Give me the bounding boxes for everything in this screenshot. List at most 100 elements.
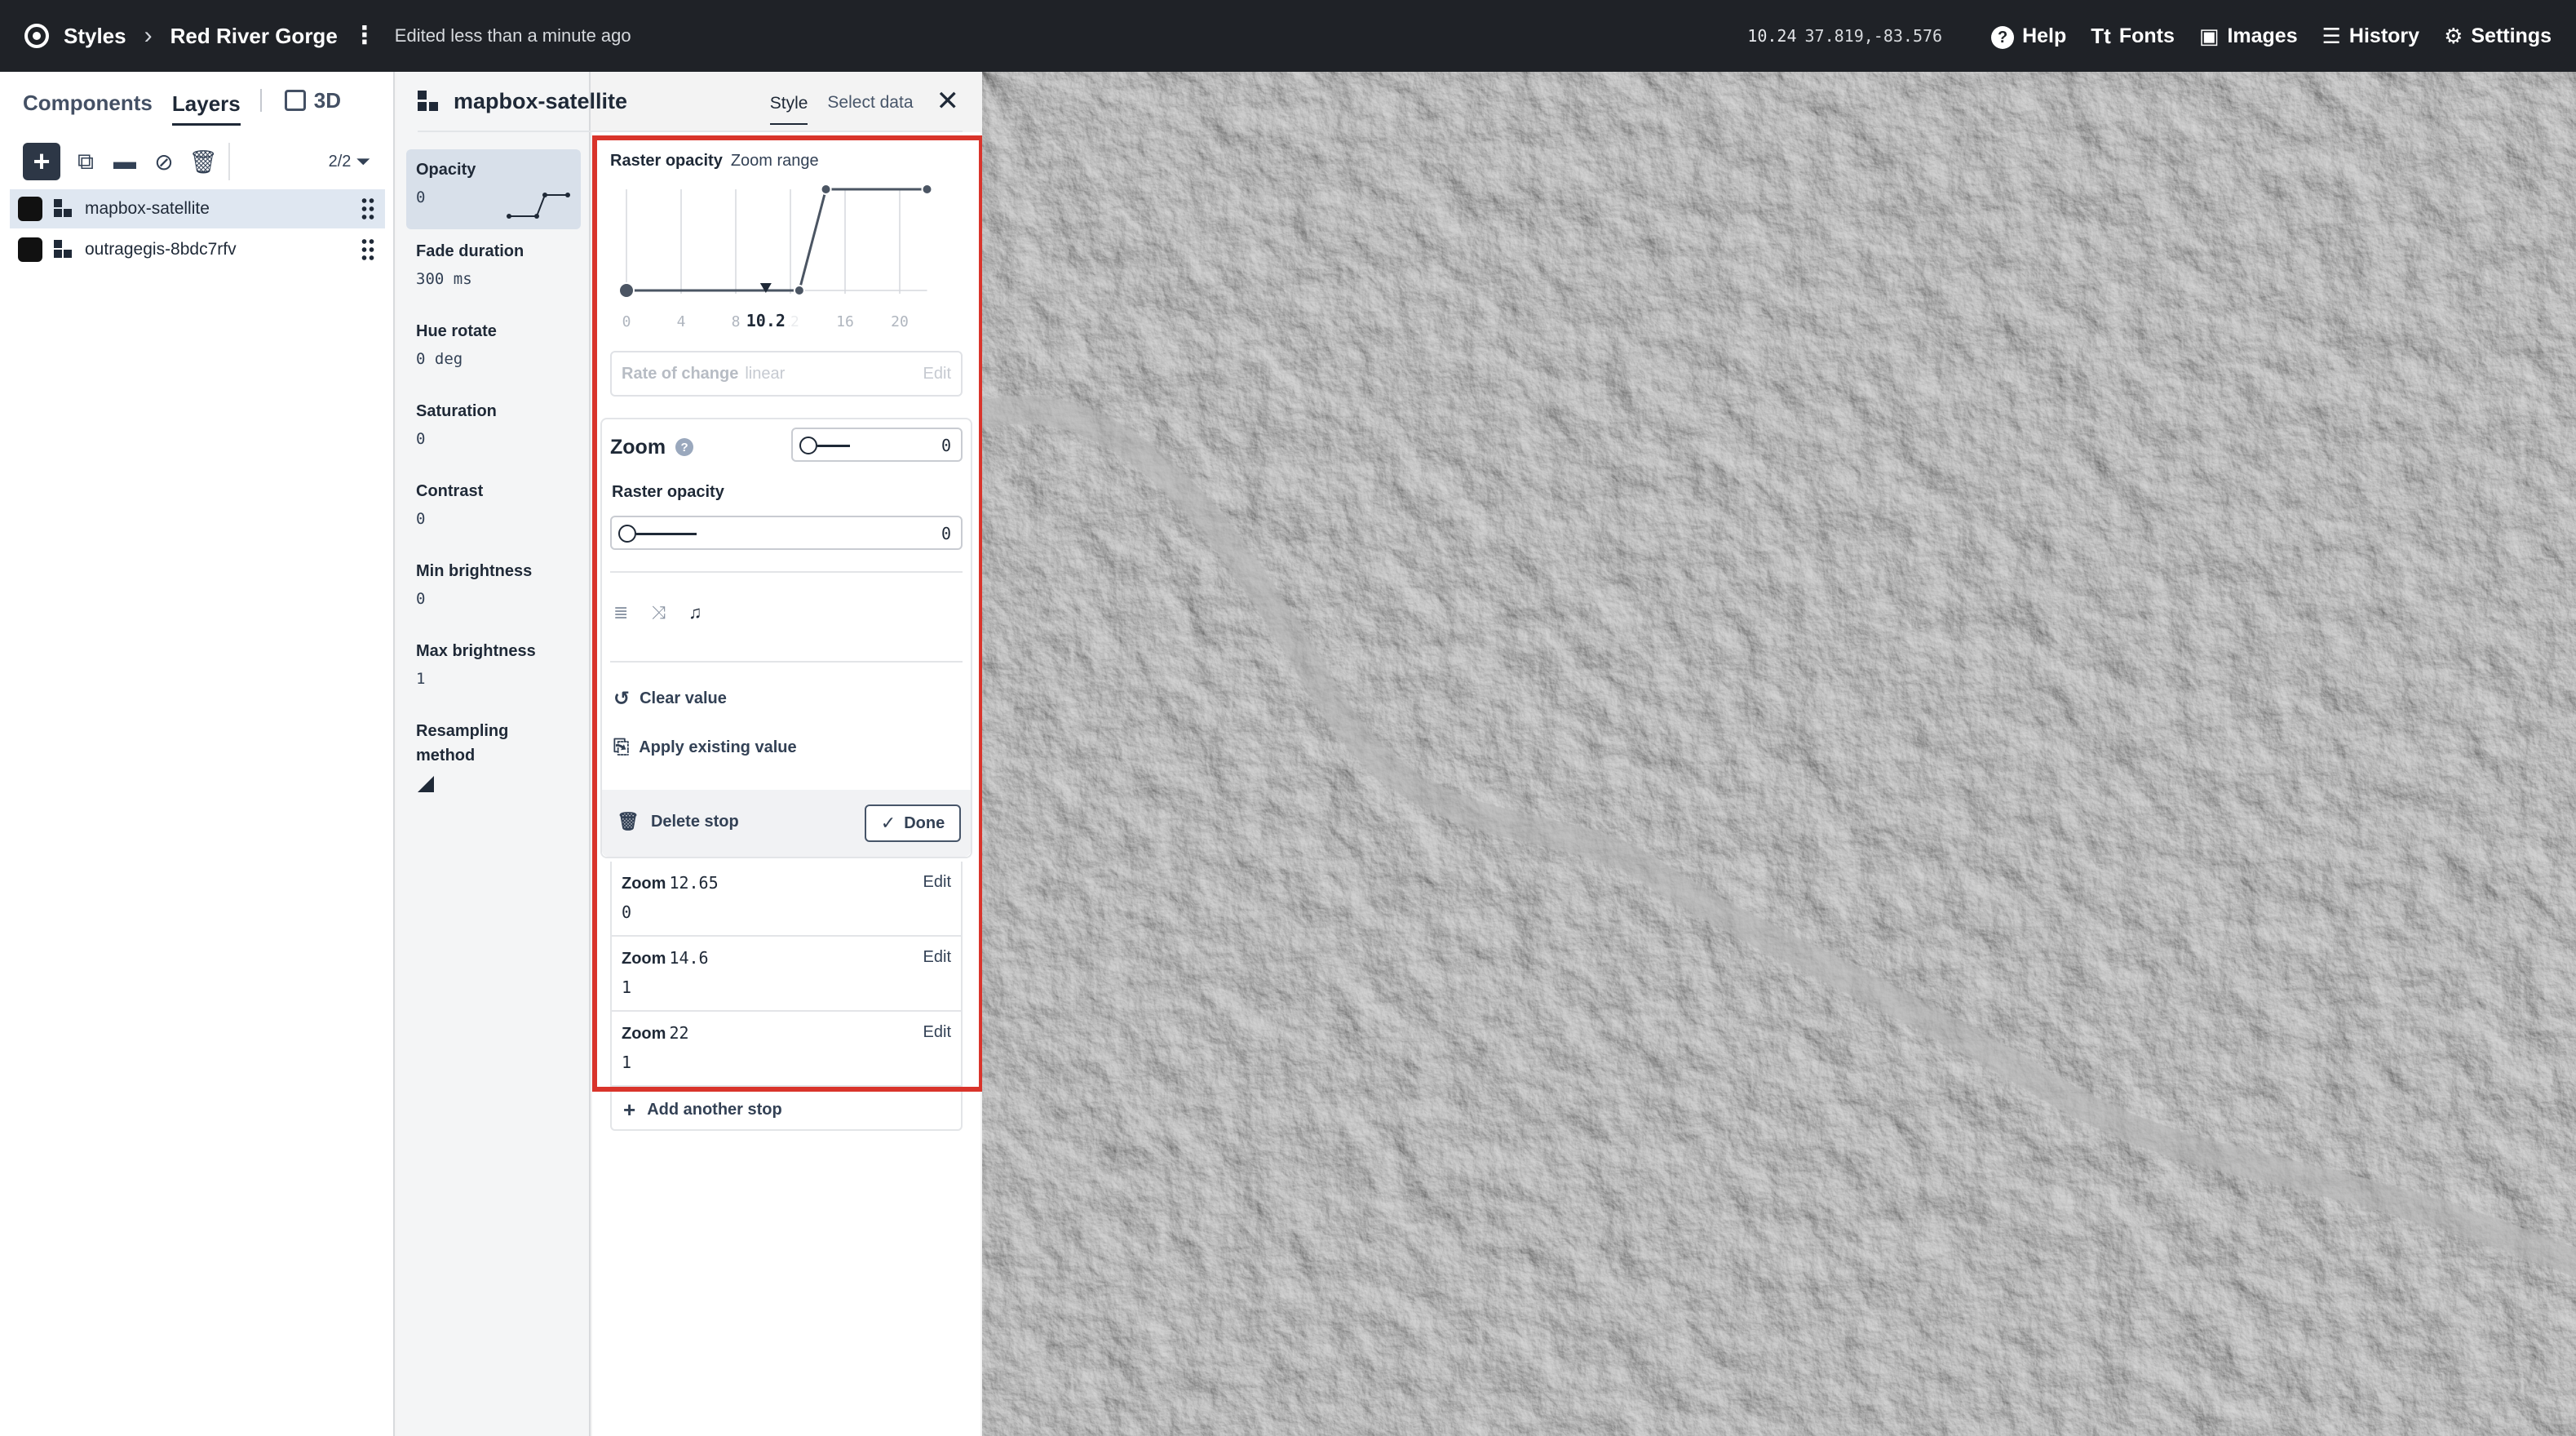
undo-icon: ↺ — [613, 688, 631, 710]
stop-zoom-label: Zoom — [622, 875, 666, 893]
help-icon[interactable]: ? — [675, 438, 694, 456]
trash-icon[interactable]: 🗑 — [188, 148, 218, 175]
folder-icon[interactable]: ▬ — [111, 148, 139, 175]
property-label: Min brightness — [416, 562, 533, 580]
stop-point[interactable] — [921, 184, 933, 195]
layer-row[interactable]: outragegis-8bdc7rfv — [10, 230, 385, 269]
apply-icon: ⎘ — [613, 736, 630, 758]
duplicate-icon[interactable]: ⧉ — [72, 148, 100, 175]
tab-style[interactable]: Style — [769, 91, 808, 125]
property-max-brightness[interactable]: Max brightness 1 — [406, 631, 581, 696]
layers-panel: Components Layers 3D + ⧉ ▬ ⊘ 🗑 2/2 ⏷ map… — [0, 72, 395, 1436]
stop-point[interactable] — [793, 285, 805, 296]
hillshade-terrain — [982, 72, 2576, 1436]
stop-zoom-value: 14.6 — [669, 948, 709, 968]
close-icon[interactable]: ✕ — [936, 85, 960, 117]
trash-icon: 🗑 — [617, 811, 640, 831]
stop-point[interactable] — [820, 184, 832, 195]
stop-zoom-value: 22 — [669, 1023, 689, 1043]
stop-zoom-value: 12.65 — [669, 873, 719, 893]
clear-value-label: Clear value — [640, 689, 727, 707]
layer-count[interactable]: 2/2 ⏷ — [329, 151, 370, 172]
zoom-stops-chart[interactable]: 0 4 8 12 16 2010.2 — [604, 176, 971, 339]
property-saturation[interactable]: Saturation 0 — [406, 391, 581, 456]
zoom-label: Zoom — [610, 435, 666, 459]
stop-point[interactable] — [618, 282, 635, 299]
raster-opacity-slider-knob[interactable] — [618, 525, 636, 543]
help-button[interactable]: ? Help — [1991, 23, 2066, 50]
property-contrast[interactable]: Contrast 0 — [406, 471, 581, 536]
toolbar-divider — [228, 143, 230, 180]
stop-edit-link[interactable]: Edit — [923, 1023, 951, 1042]
zoom-slider-input[interactable]: 0 — [791, 428, 963, 462]
card-divider — [610, 571, 963, 573]
gear-icon: ⚙ — [2444, 23, 2463, 48]
drag-handle-icon[interactable] — [361, 237, 375, 262]
axis-tick-label: 16 — [836, 313, 854, 330]
project-menu-icon[interactable]: ⋮ — [352, 24, 377, 48]
zoom-slider-knob[interactable] — [799, 437, 817, 454]
interpolate-icon[interactable]: ♫ — [688, 602, 702, 623]
hide-icon[interactable]: ⊘ — [150, 148, 178, 175]
editor-mode-label: Zoom range — [730, 152, 819, 170]
left-tabs: Components Layers 3D — [0, 72, 393, 129]
layer-toolbar: + ⧉ ▬ ⊘ 🗑 2/2 ⏷ — [23, 137, 370, 186]
raster-opacity-value[interactable]: 0 — [941, 524, 951, 543]
settings-button[interactable]: ⚙ Settings — [2444, 24, 2552, 49]
delete-stop-button[interactable]: 🗑 Delete stop — [617, 811, 739, 832]
current-zoom-label: 10.2 — [746, 311, 786, 330]
breadcrumb-project[interactable]: Red River Gorge — [170, 24, 338, 49]
stop-row[interactable]: Zoom 14.6 Edit 1 — [610, 937, 963, 1012]
property-hue-rotate[interactable]: Hue rotate 0 deg — [406, 311, 581, 376]
layer-count-label: 2/2 — [328, 152, 352, 171]
fonts-button[interactable]: Tt Fonts — [2091, 24, 2175, 49]
layer-color-swatch[interactable] — [18, 237, 42, 262]
map-canvas[interactable] — [982, 72, 2576, 1436]
add-layer-button[interactable]: + — [23, 143, 60, 180]
history-button[interactable]: ☰ History — [2322, 24, 2419, 49]
layer-name: outragegis-8bdc7rfv — [85, 240, 237, 259]
tab-select-data[interactable]: Select data — [827, 90, 913, 113]
property-fade-duration[interactable]: Fade duration 300 ms — [406, 231, 581, 296]
stop-value: 1 — [622, 1053, 632, 1072]
image-icon: ▣ — [2198, 23, 2220, 48]
stop-zoom-label: Zoom — [622, 950, 666, 968]
rate-of-change-field[interactable]: Rate of change linear Edit — [610, 351, 963, 397]
drag-handle-icon[interactable] — [361, 197, 375, 221]
clear-value-button[interactable]: ↺ Clear value — [613, 687, 727, 711]
property-resampling-method[interactable]: Resampling method — [406, 711, 581, 806]
rate-of-change-value: linear — [745, 364, 786, 383]
tab-layers[interactable]: Layers — [171, 86, 241, 126]
mapbox-logo-icon[interactable] — [24, 24, 49, 48]
stop-row[interactable]: Zoom 22 Edit 1 — [610, 1012, 963, 1087]
history-label: History — [2348, 24, 2420, 47]
stop-row[interactable]: Zoom 12.65 Edit 0 — [610, 862, 963, 937]
layer-color-swatch[interactable] — [18, 197, 42, 221]
tab-components[interactable]: Components — [23, 86, 153, 116]
axis-tick-label: 4 — [677, 313, 686, 330]
property-value: 0 — [416, 430, 426, 448]
images-label: Images — [2227, 24, 2298, 47]
zoom-value[interactable]: 0 — [941, 436, 951, 455]
stop-edit-link[interactable]: Edit — [923, 873, 951, 892]
property-opacity[interactable]: Opacity 0 — [406, 149, 581, 229]
apply-existing-value-button[interactable]: ⎘ Apply existing value — [613, 736, 797, 759]
images-button[interactable]: ▣ Images — [2199, 24, 2298, 49]
fonts-label: Fonts — [2118, 24, 2175, 47]
add-stop-button[interactable]: + Add another stop — [610, 1088, 963, 1131]
layer-row[interactable]: mapbox-satellite — [10, 189, 385, 228]
stops-line — [626, 188, 927, 292]
property-label: Opacity — [416, 161, 476, 179]
raster-opacity-slider-input[interactable]: 0 — [610, 516, 963, 550]
stop-edit-link[interactable]: Edit — [923, 948, 951, 967]
done-button[interactable]: ✓ Done — [865, 804, 961, 842]
layer-panel-title: mapbox-satellite — [454, 88, 628, 113]
tab-3d[interactable]: 3D — [284, 88, 341, 113]
breadcrumb-styles[interactable]: Styles — [64, 24, 126, 49]
merge-icon[interactable]: ⤨ — [651, 602, 666, 623]
rate-of-change-edit[interactable]: Edit — [923, 365, 951, 383]
list-icon[interactable]: ≣ — [613, 602, 628, 623]
delete-stop-label: Delete stop — [650, 812, 739, 831]
property-min-brightness[interactable]: Min brightness 0 — [406, 551, 581, 616]
property-value: 0 — [416, 590, 426, 608]
